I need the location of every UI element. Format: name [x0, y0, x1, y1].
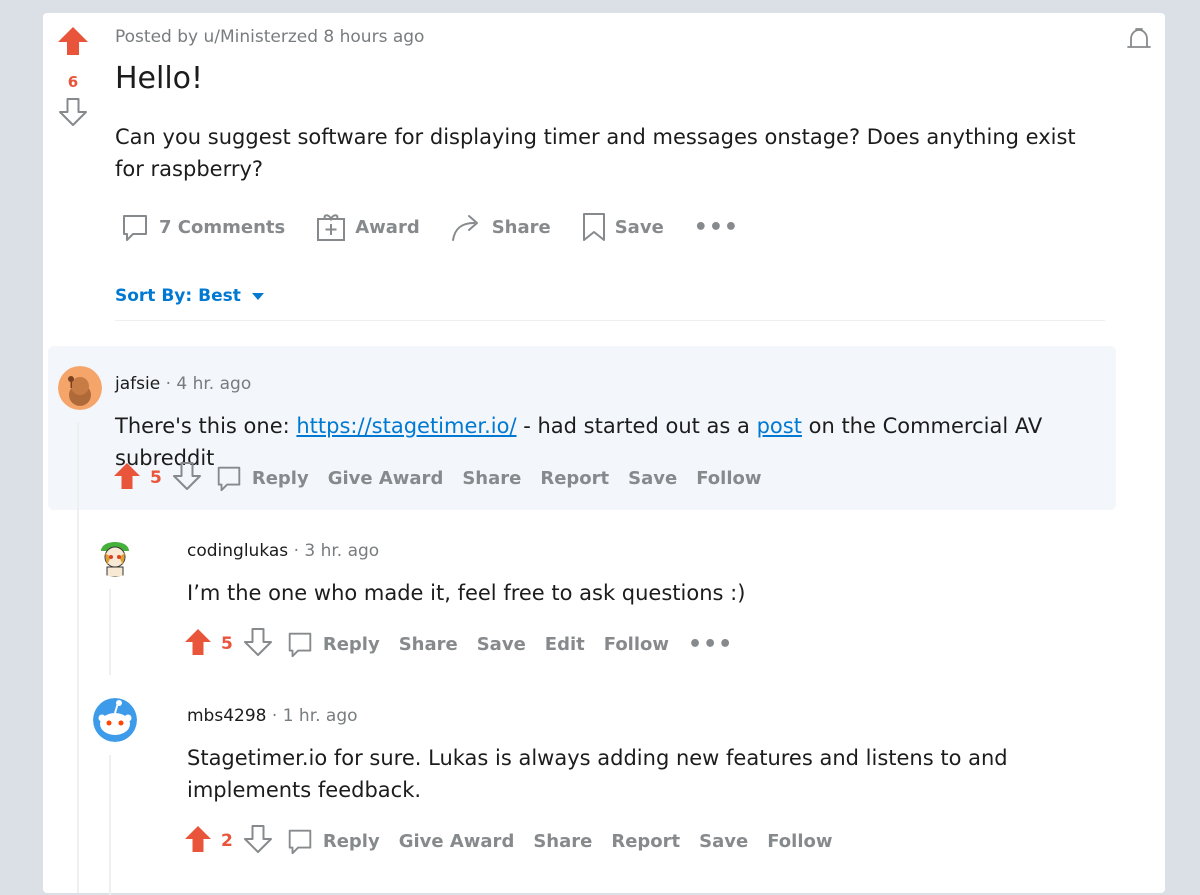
- post-actions: 7 Comments Award Share Save •••: [119, 207, 739, 247]
- reply-label: Reply: [322, 633, 380, 655]
- share-button[interactable]: Share: [533, 831, 592, 852]
- avatar[interactable]: [93, 698, 137, 742]
- reply-button[interactable]: Reply: [285, 629, 380, 659]
- post-vote-column: 6: [53, 25, 93, 131]
- divider: [115, 320, 1105, 321]
- comment: jafsie · 4 hr. ago There's this one: htt…: [48, 346, 1116, 510]
- upvote-icon[interactable]: [112, 461, 142, 495]
- comment-username[interactable]: jafsie: [115, 374, 160, 394]
- edit-button[interactable]: Edit: [545, 634, 585, 655]
- comment: mbs4298 · 1 hr. ago Stagetimer.io for su…: [83, 678, 1083, 888]
- comment-icon: [288, 632, 312, 658]
- comment-meta: jafsie · 4 hr. ago: [115, 374, 251, 394]
- comment-vote-count: 5: [221, 634, 233, 654]
- give-award-button[interactable]: Give Award: [399, 831, 515, 852]
- gift-icon: [317, 214, 346, 241]
- share-button[interactable]: Share: [399, 634, 458, 655]
- save-button[interactable]: Save: [628, 468, 677, 489]
- post-body: Can you suggest software for displaying …: [115, 125, 1076, 181]
- comments-label: 7 Comments: [159, 216, 286, 238]
- more-options-icon[interactable]: •••: [688, 632, 733, 657]
- comment-username[interactable]: mbs4298: [187, 706, 266, 726]
- comment-actions: 5 Reply Give Award Share Report Save Fol…: [112, 460, 781, 496]
- report-button[interactable]: Report: [540, 468, 609, 489]
- award-button[interactable]: Award: [315, 211, 420, 243]
- comment-meta: mbs4298 · 1 hr. ago: [187, 706, 358, 726]
- reply-label: Reply: [251, 467, 309, 489]
- notification-bell-icon[interactable]: [1125, 25, 1153, 53]
- share-button[interactable]: Share: [450, 211, 551, 243]
- post-card: 6 Posted by u/Ministerzed 8 hours ago He…: [43, 13, 1165, 895]
- bookmark-icon: [582, 213, 605, 241]
- save-label: Save: [614, 216, 664, 238]
- downvote-icon[interactable]: [243, 824, 273, 858]
- comment-actions: 2 Reply Give Award Share Report Save Fol…: [183, 823, 852, 859]
- comment-time[interactable]: · 1 hr. ago: [272, 706, 358, 726]
- comment-time[interactable]: · 4 hr. ago: [166, 374, 252, 394]
- comment-text: I’m the one who made it, feel free to as…: [187, 581, 746, 605]
- comment-username[interactable]: codinglukas: [187, 541, 288, 561]
- comment-text: Stagetimer.io for sure. Lukas is always …: [187, 746, 1008, 802]
- reply-label: Reply: [322, 830, 380, 852]
- follow-button[interactable]: Follow: [604, 634, 669, 655]
- downvote-icon[interactable]: [243, 627, 273, 661]
- share-icon: [451, 215, 478, 241]
- stagetimer-link[interactable]: https://stagetimer.io/: [296, 414, 516, 438]
- save-button[interactable]: Save: [477, 634, 526, 655]
- downvote-icon[interactable]: [58, 97, 88, 131]
- comment-icon: [217, 466, 241, 492]
- comment-icon: [123, 215, 147, 241]
- comment-icon: [288, 829, 312, 855]
- comment: codinglukas · 3 hr. ago I’m the one who …: [83, 513, 1083, 677]
- avatar[interactable]: [58, 366, 102, 410]
- sort-dropdown[interactable]: Sort By: Best: [115, 286, 265, 306]
- comment-vote-count: 2: [221, 831, 233, 851]
- give-award-button[interactable]: Give Award: [328, 468, 444, 489]
- share-label: Share: [491, 216, 551, 238]
- comments-button[interactable]: 7 Comments: [119, 211, 285, 243]
- caret-down-icon: [251, 293, 264, 300]
- comment-actions: 5 Reply Share Save Edit Follow •••: [183, 626, 733, 662]
- text-segment: There's this one:: [115, 414, 297, 438]
- follow-button[interactable]: Follow: [696, 468, 761, 489]
- comment-time[interactable]: · 3 hr. ago: [294, 541, 380, 561]
- post-title[interactable]: Hello!: [115, 61, 203, 96]
- follow-button[interactable]: Follow: [767, 831, 832, 852]
- report-button[interactable]: Report: [611, 831, 680, 852]
- upvote-icon[interactable]: [183, 824, 213, 858]
- award-label: Award: [355, 216, 420, 238]
- sort-label: Sort By: Best: [115, 286, 241, 306]
- save-button[interactable]: Save: [699, 831, 748, 852]
- reply-button[interactable]: Reply: [285, 826, 380, 856]
- share-button[interactable]: Share: [462, 468, 521, 489]
- upvote-icon[interactable]: [56, 25, 90, 61]
- post-link[interactable]: post: [757, 414, 802, 438]
- downvote-icon[interactable]: [172, 461, 202, 495]
- comment-meta: codinglukas · 3 hr. ago: [187, 541, 379, 561]
- post-meta: Posted by u/Ministerzed 8 hours ago: [115, 27, 425, 47]
- reply-button[interactable]: Reply: [214, 463, 309, 493]
- more-options-icon[interactable]: •••: [694, 215, 739, 240]
- avatar[interactable]: [93, 533, 137, 577]
- upvote-icon[interactable]: [183, 627, 213, 661]
- post-vote-count: 6: [67, 73, 79, 91]
- save-button[interactable]: Save: [581, 211, 664, 243]
- comment-vote-count: 5: [150, 468, 162, 488]
- thread-line[interactable]: [77, 423, 79, 893]
- text-segment: - had started out as a: [516, 414, 757, 438]
